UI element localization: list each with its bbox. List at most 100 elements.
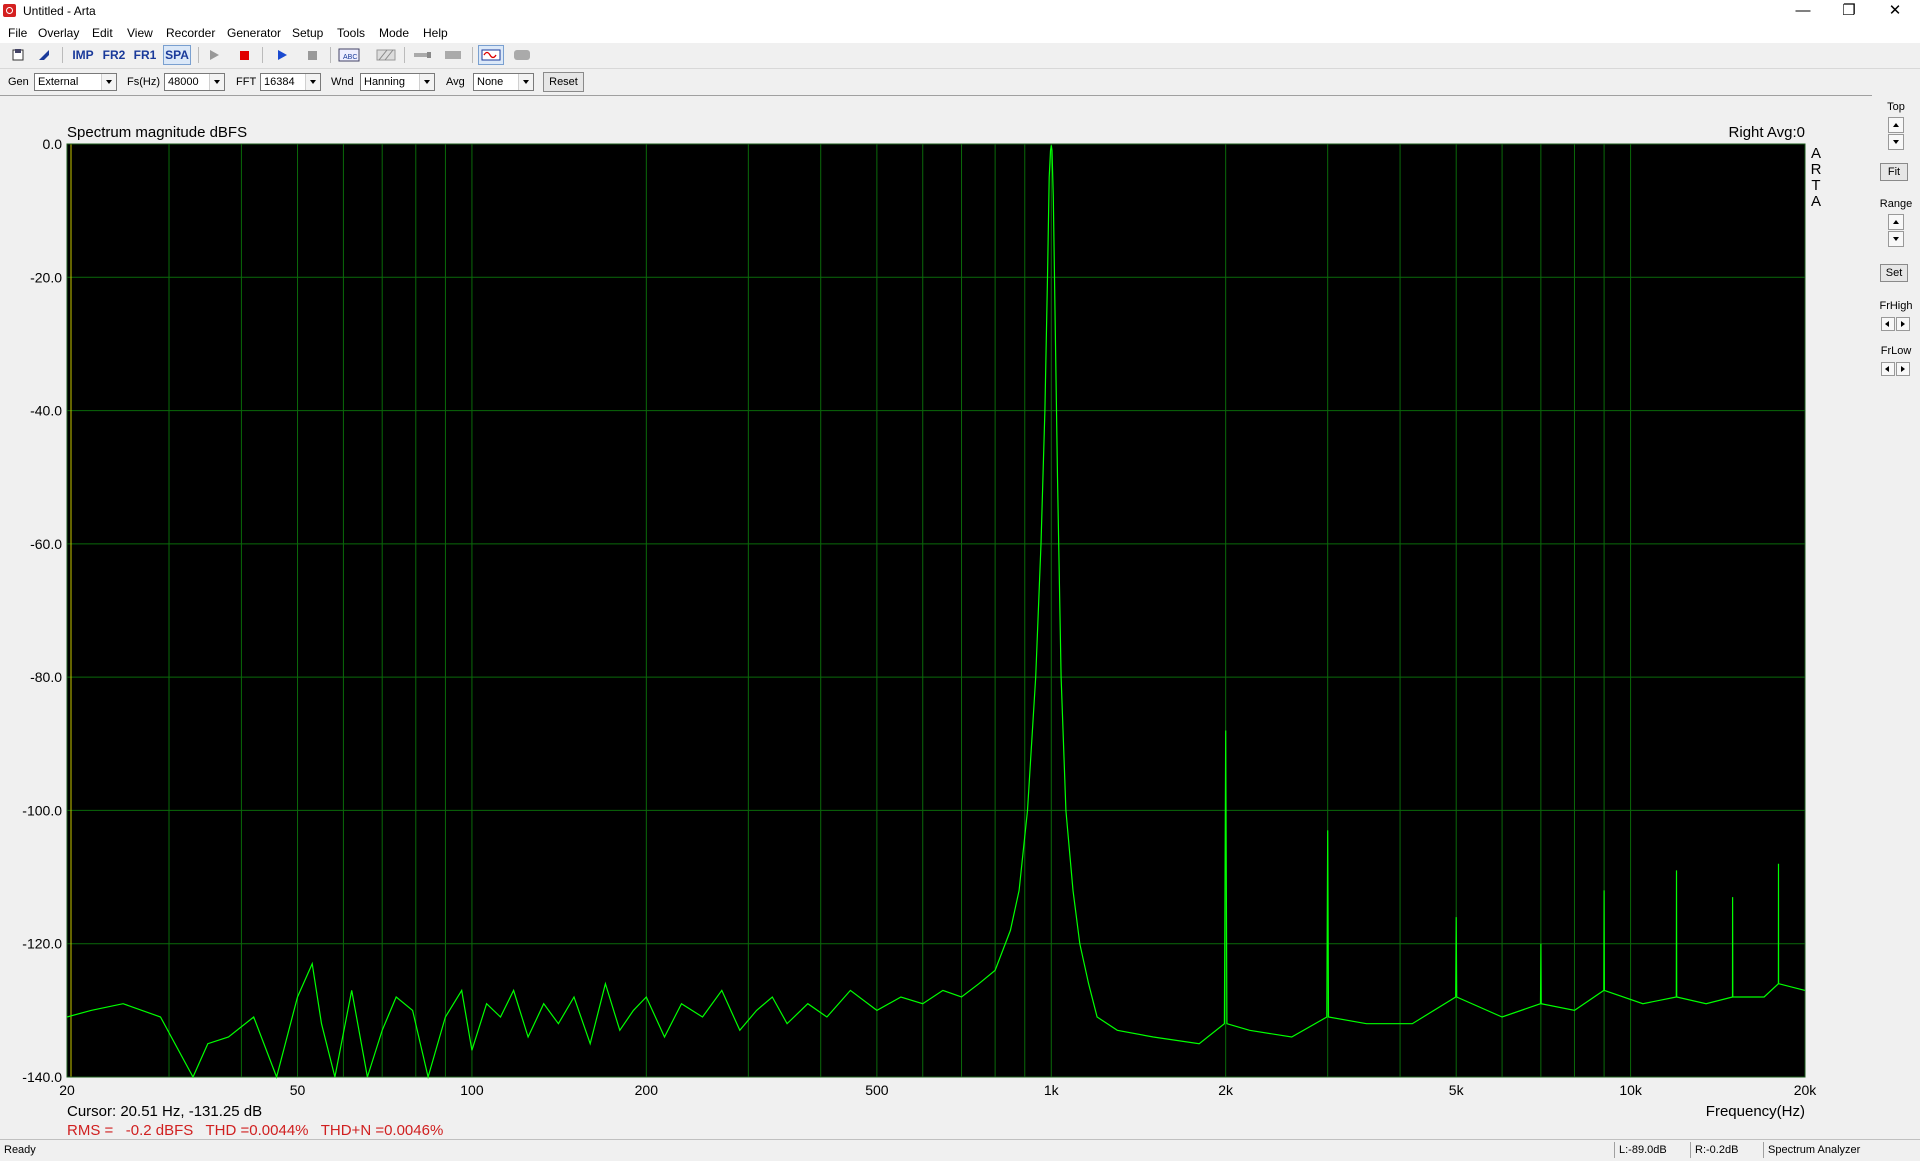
range-label: Range: [1879, 198, 1913, 210]
chevron-up-icon[interactable]: [1888, 117, 1904, 133]
x-tick-label: 2k: [1218, 1082, 1234, 1098]
avg-select-value: None: [477, 76, 504, 88]
menu-generator[interactable]: Generator: [227, 26, 281, 40]
window-select-value: Hanning: [364, 76, 405, 88]
set-button[interactable]: Set: [1880, 264, 1908, 282]
play-blue-icon: [278, 50, 287, 60]
probe-button[interactable]: [410, 45, 434, 65]
frlow-stepper[interactable]: [1881, 362, 1911, 376]
gen-label: Gen: [8, 76, 29, 88]
fft-label: FFT: [236, 76, 257, 88]
play-icon: [210, 50, 219, 60]
arta-vertical-letter: A: [1811, 145, 1821, 162]
minimize-button[interactable]: —: [1780, 0, 1826, 22]
x-tick-label: 500: [865, 1082, 889, 1098]
new-file-button[interactable]: [8, 45, 28, 65]
fit-button[interactable]: Fit: [1880, 163, 1908, 181]
spa-mode-button[interactable]: SPA: [163, 45, 191, 65]
close-button[interactable]: ✕: [1872, 0, 1918, 22]
control-bar: Gen External Fs(Hz) 48000 FFT 16384 Wnd …: [0, 69, 1920, 95]
arta-vertical-letter: T: [1811, 177, 1820, 194]
fr1-mode-button[interactable]: FR1: [132, 45, 158, 65]
spectrum-chart[interactable]: Spectrum magnitude dBFS Right Avg:0 A R …: [0, 96, 1872, 1140]
stop-button[interactable]: [302, 45, 322, 65]
chevron-down-icon[interactable]: [1888, 231, 1904, 247]
play-button[interactable]: [204, 45, 224, 65]
left-level: L:-89.0dB: [1614, 1142, 1675, 1158]
abc-button[interactable]: ABC: [337, 45, 361, 65]
frlow-label: FrLow: [1880, 345, 1912, 357]
grid-toggle-button[interactable]: [374, 45, 398, 65]
menu-tools[interactable]: Tools: [337, 26, 365, 40]
display-icon: [514, 50, 530, 60]
fs-select[interactable]: 48000: [164, 73, 225, 91]
avg-select[interactable]: None: [473, 73, 534, 91]
title-bar: Untitled - Arta — ❐ ✕: [0, 0, 1920, 24]
impulse-mode-button[interactable]: IMP: [70, 45, 96, 65]
display-button[interactable]: [510, 45, 534, 65]
probe-icon: [414, 52, 431, 58]
open-arrow-icon: [39, 50, 49, 60]
measurement-readout: RMS = -0.2 dBFS THD =0.0044% THD+N =0.00…: [67, 1122, 443, 1139]
sine-wave-icon: [481, 49, 501, 61]
menu-recorder[interactable]: Recorder: [166, 26, 215, 40]
stop-record-button[interactable]: [234, 45, 254, 65]
x-tick-label: 200: [635, 1082, 659, 1098]
maximize-button[interactable]: ❐: [1826, 0, 1872, 22]
wnd-label: Wnd: [331, 76, 354, 88]
menu-mode[interactable]: Mode: [379, 26, 409, 40]
menu-setup[interactable]: Setup: [292, 26, 323, 40]
x-tick-label: 50: [290, 1082, 306, 1098]
menu-view[interactable]: View: [127, 26, 153, 40]
chevron-down-icon[interactable]: [1888, 134, 1904, 150]
menu-help[interactable]: Help: [423, 26, 448, 40]
y-tick-label: -40.0: [30, 403, 62, 419]
chevron-right-icon[interactable]: [1896, 362, 1910, 376]
menu-overlay[interactable]: Overlay: [38, 26, 79, 40]
open-file-button[interactable]: [34, 45, 54, 65]
y-tick-label: -80.0: [30, 669, 62, 685]
generator-button[interactable]: [441, 45, 465, 65]
fr2-mode-button[interactable]: FR2: [101, 45, 127, 65]
range-spinner[interactable]: [1888, 214, 1904, 248]
gen-select[interactable]: External: [34, 73, 117, 91]
menu-edit[interactable]: Edit: [92, 26, 113, 40]
toolbar: IMP FR2 FR1 SPA ABC: [0, 43, 1920, 69]
window-select[interactable]: Hanning: [360, 73, 435, 91]
right-level: R:-0.2dB: [1690, 1142, 1761, 1158]
mode-indicator: Spectrum Analyzer: [1763, 1142, 1918, 1158]
chart-title: Spectrum magnitude dBFS: [67, 124, 247, 141]
menu-bar: File Overlay Edit View Recorder Generato…: [0, 24, 1920, 43]
fft-select[interactable]: 16384: [260, 73, 321, 91]
fft-select-value: 16384: [264, 76, 295, 88]
frhigh-stepper[interactable]: [1881, 317, 1911, 331]
menu-file[interactable]: File: [8, 26, 27, 40]
svg-text:ABC: ABC: [343, 54, 357, 61]
x-axis-label: Frequency(Hz): [1706, 1103, 1805, 1120]
chevron-left-icon[interactable]: [1881, 362, 1895, 376]
plot-background: [67, 144, 1805, 1077]
y-tick-label: -20.0: [30, 269, 62, 285]
chevron-up-icon[interactable]: [1888, 214, 1904, 230]
x-tick-label: 20k: [1794, 1082, 1818, 1098]
cursor-readout: Cursor: 20.51 Hz, -131.25 dB: [67, 1103, 262, 1120]
stop-gray-icon: [308, 51, 317, 60]
y-tick-label: -100.0: [22, 802, 62, 818]
reset-button[interactable]: Reset: [543, 72, 584, 92]
chevron-right-icon[interactable]: [1896, 317, 1910, 331]
status-ready: Ready: [4, 1144, 36, 1156]
arta-vertical-letter: A: [1811, 193, 1821, 210]
frhigh-label: FrHigh: [1879, 300, 1913, 312]
channel-avg-info: Right Avg:0: [1729, 124, 1805, 141]
y-tick-label: -120.0: [22, 936, 62, 952]
arta-app-icon: [3, 4, 16, 17]
chevron-down-icon: [305, 74, 320, 90]
y-tick-label: -140.0: [22, 1069, 62, 1085]
abc-icon: ABC: [338, 48, 360, 62]
new-file-icon: [12, 49, 24, 61]
chevron-left-icon[interactable]: [1881, 317, 1895, 331]
top-spinner[interactable]: [1888, 117, 1904, 151]
start-button[interactable]: [272, 45, 292, 65]
scope-button[interactable]: [478, 45, 504, 65]
x-tick-label: 20: [59, 1082, 75, 1098]
